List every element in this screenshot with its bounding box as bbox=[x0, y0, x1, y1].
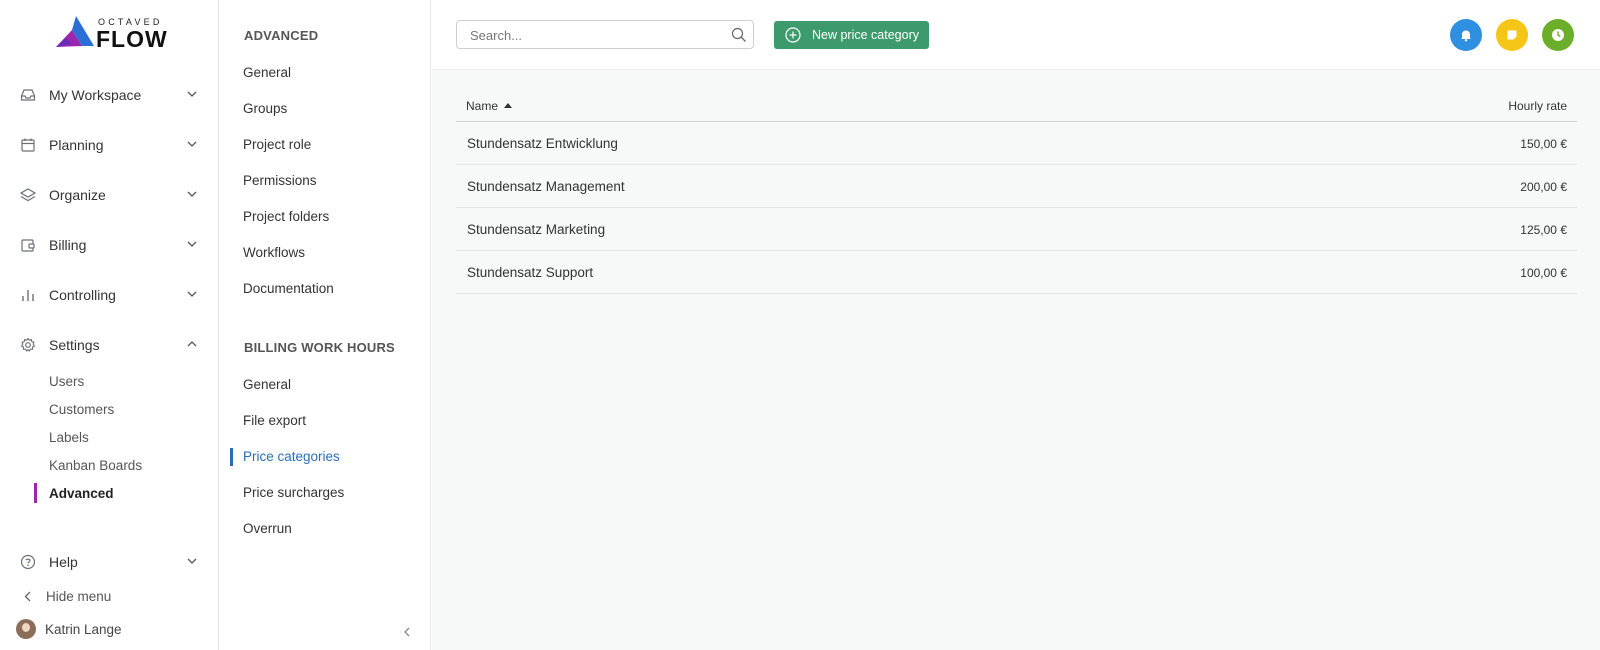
layers-icon bbox=[20, 188, 36, 202]
search-box bbox=[456, 20, 754, 49]
collapse-menu-icon[interactable] bbox=[402, 626, 412, 638]
new-price-category-label: New price category bbox=[812, 28, 919, 42]
menu-item-price-categories[interactable]: Price categories bbox=[243, 449, 340, 464]
column-header-hourly-rate[interactable]: Hourly rate bbox=[1508, 99, 1567, 113]
bell-icon bbox=[1461, 30, 1471, 42]
main-content: New price category Name Hourly rate bbox=[432, 0, 1600, 650]
active-indicator bbox=[230, 448, 233, 466]
nav-label-settings: Settings bbox=[49, 337, 100, 353]
table-row[interactable]: Stundensatz Entwicklung 150,00 € bbox=[456, 122, 1577, 165]
settings-sub-advanced[interactable]: Advanced bbox=[49, 486, 114, 501]
settings-sub-kanban-boards[interactable]: Kanban Boards bbox=[49, 458, 142, 473]
table-header: Name Hourly rate bbox=[456, 88, 1577, 122]
cell-hourly-rate: 100,00 € bbox=[1520, 266, 1567, 280]
clock-icon bbox=[1552, 29, 1564, 41]
nav-label-help: Help bbox=[49, 554, 78, 570]
cell-hourly-rate: 125,00 € bbox=[1520, 223, 1567, 237]
menu-item-general[interactable]: General bbox=[243, 65, 291, 80]
cell-hourly-rate: 150,00 € bbox=[1520, 137, 1567, 151]
settings-sub-labels[interactable]: Labels bbox=[49, 430, 89, 445]
logo-title: FLOW bbox=[96, 26, 168, 52]
section-title-billing-work-hours: BILLING WORK HOURS bbox=[244, 340, 395, 355]
table-row[interactable]: Stundensatz Management 200,00 € bbox=[456, 165, 1577, 208]
nav-label-my-workspace: My Workspace bbox=[49, 87, 142, 103]
hide-menu-label: Hide menu bbox=[46, 588, 112, 604]
nav-label-billing: Billing bbox=[49, 237, 87, 253]
note-icon bbox=[1507, 30, 1517, 40]
chevron-down-icon bbox=[187, 558, 197, 564]
hide-menu-button[interactable]: Hide menu bbox=[0, 581, 219, 611]
nav-label-organize: Organize bbox=[49, 187, 106, 203]
octaved-flow-logo[interactable]: OCTAVED FLOW bbox=[56, 16, 176, 52]
wallet-icon bbox=[21, 239, 35, 252]
settings-menu: ADVANCED General Groups Project role Per… bbox=[220, 0, 431, 650]
top-toolbar: New price category bbox=[432, 0, 1600, 70]
column-header-name[interactable]: Name bbox=[466, 99, 513, 113]
nav-my-workspace[interactable]: My Workspace bbox=[0, 80, 219, 110]
menu-item-billing-general[interactable]: General bbox=[243, 377, 291, 392]
settings-sub-customers[interactable]: Customers bbox=[49, 402, 114, 417]
logo-mark-icon bbox=[56, 16, 94, 47]
nav-label-planning: Planning bbox=[49, 137, 104, 153]
chevron-down-icon bbox=[187, 91, 197, 97]
user-name: Katrin Lange bbox=[45, 621, 122, 637]
chevron-down-icon bbox=[187, 291, 197, 297]
nav-planning[interactable]: Planning bbox=[0, 130, 219, 160]
table-row[interactable]: Stundensatz Marketing 125,00 € bbox=[456, 208, 1577, 251]
menu-item-documentation[interactable]: Documentation bbox=[243, 281, 334, 296]
gear-icon bbox=[20, 337, 36, 352]
nav-controlling[interactable]: Controlling bbox=[0, 280, 219, 310]
menu-item-file-export[interactable]: File export bbox=[243, 413, 306, 428]
main-sidebar: OCTAVED FLOW My Workspace Planning Organ… bbox=[0, 0, 219, 650]
nav-billing[interactable]: Billing bbox=[0, 230, 219, 260]
avatar bbox=[16, 619, 36, 639]
cell-hourly-rate: 200,00 € bbox=[1520, 180, 1567, 194]
menu-item-project-folders[interactable]: Project folders bbox=[243, 209, 329, 224]
menu-item-project-role[interactable]: Project role bbox=[243, 137, 311, 152]
menu-item-workflows[interactable]: Workflows bbox=[243, 245, 305, 260]
active-indicator bbox=[34, 483, 37, 503]
sort-ascending-icon bbox=[504, 103, 513, 108]
help-icon bbox=[20, 554, 36, 570]
table-row[interactable]: Stundensatz Support 100,00 € bbox=[456, 251, 1577, 294]
chevron-down-icon bbox=[187, 241, 197, 247]
timer-button[interactable] bbox=[1542, 19, 1574, 51]
chevron-left-icon bbox=[24, 591, 31, 602]
nav-organize[interactable]: Organize bbox=[0, 180, 219, 210]
search-icon[interactable] bbox=[731, 27, 747, 43]
section-title-advanced: ADVANCED bbox=[244, 28, 319, 43]
inbox-icon bbox=[20, 89, 36, 101]
settings-sub-users[interactable]: Users bbox=[49, 374, 84, 389]
calendar-icon bbox=[21, 138, 35, 152]
user-profile[interactable]: Katrin Lange bbox=[16, 619, 122, 639]
menu-item-overrun[interactable]: Overrun bbox=[243, 521, 292, 536]
nav-label-controlling: Controlling bbox=[49, 287, 116, 303]
new-price-category-button[interactable]: New price category bbox=[774, 21, 929, 49]
cell-name: Stundensatz Marketing bbox=[467, 222, 606, 237]
search-input[interactable] bbox=[470, 26, 720, 44]
cell-name: Stundensatz Entwicklung bbox=[467, 136, 618, 151]
menu-item-groups[interactable]: Groups bbox=[243, 101, 287, 116]
nav-help[interactable]: Help bbox=[0, 547, 219, 577]
price-categories-table: Name Hourly rate Stundensatz Entwicklung… bbox=[456, 88, 1577, 294]
column-header-name-label: Name bbox=[466, 99, 499, 113]
plus-circle-icon bbox=[785, 27, 801, 43]
chevron-down-icon bbox=[187, 141, 197, 147]
menu-item-permissions[interactable]: Permissions bbox=[243, 173, 317, 188]
notes-button[interactable] bbox=[1496, 19, 1528, 51]
chevron-down-icon bbox=[187, 191, 197, 197]
nav-settings[interactable]: Settings bbox=[0, 330, 219, 360]
menu-item-price-surcharges[interactable]: Price surcharges bbox=[243, 485, 344, 500]
chevron-up-icon bbox=[187, 341, 197, 347]
bar-chart-icon bbox=[22, 290, 34, 301]
cell-name: Stundensatz Management bbox=[467, 179, 625, 194]
cell-name: Stundensatz Support bbox=[467, 265, 594, 280]
notifications-button[interactable] bbox=[1450, 19, 1482, 51]
